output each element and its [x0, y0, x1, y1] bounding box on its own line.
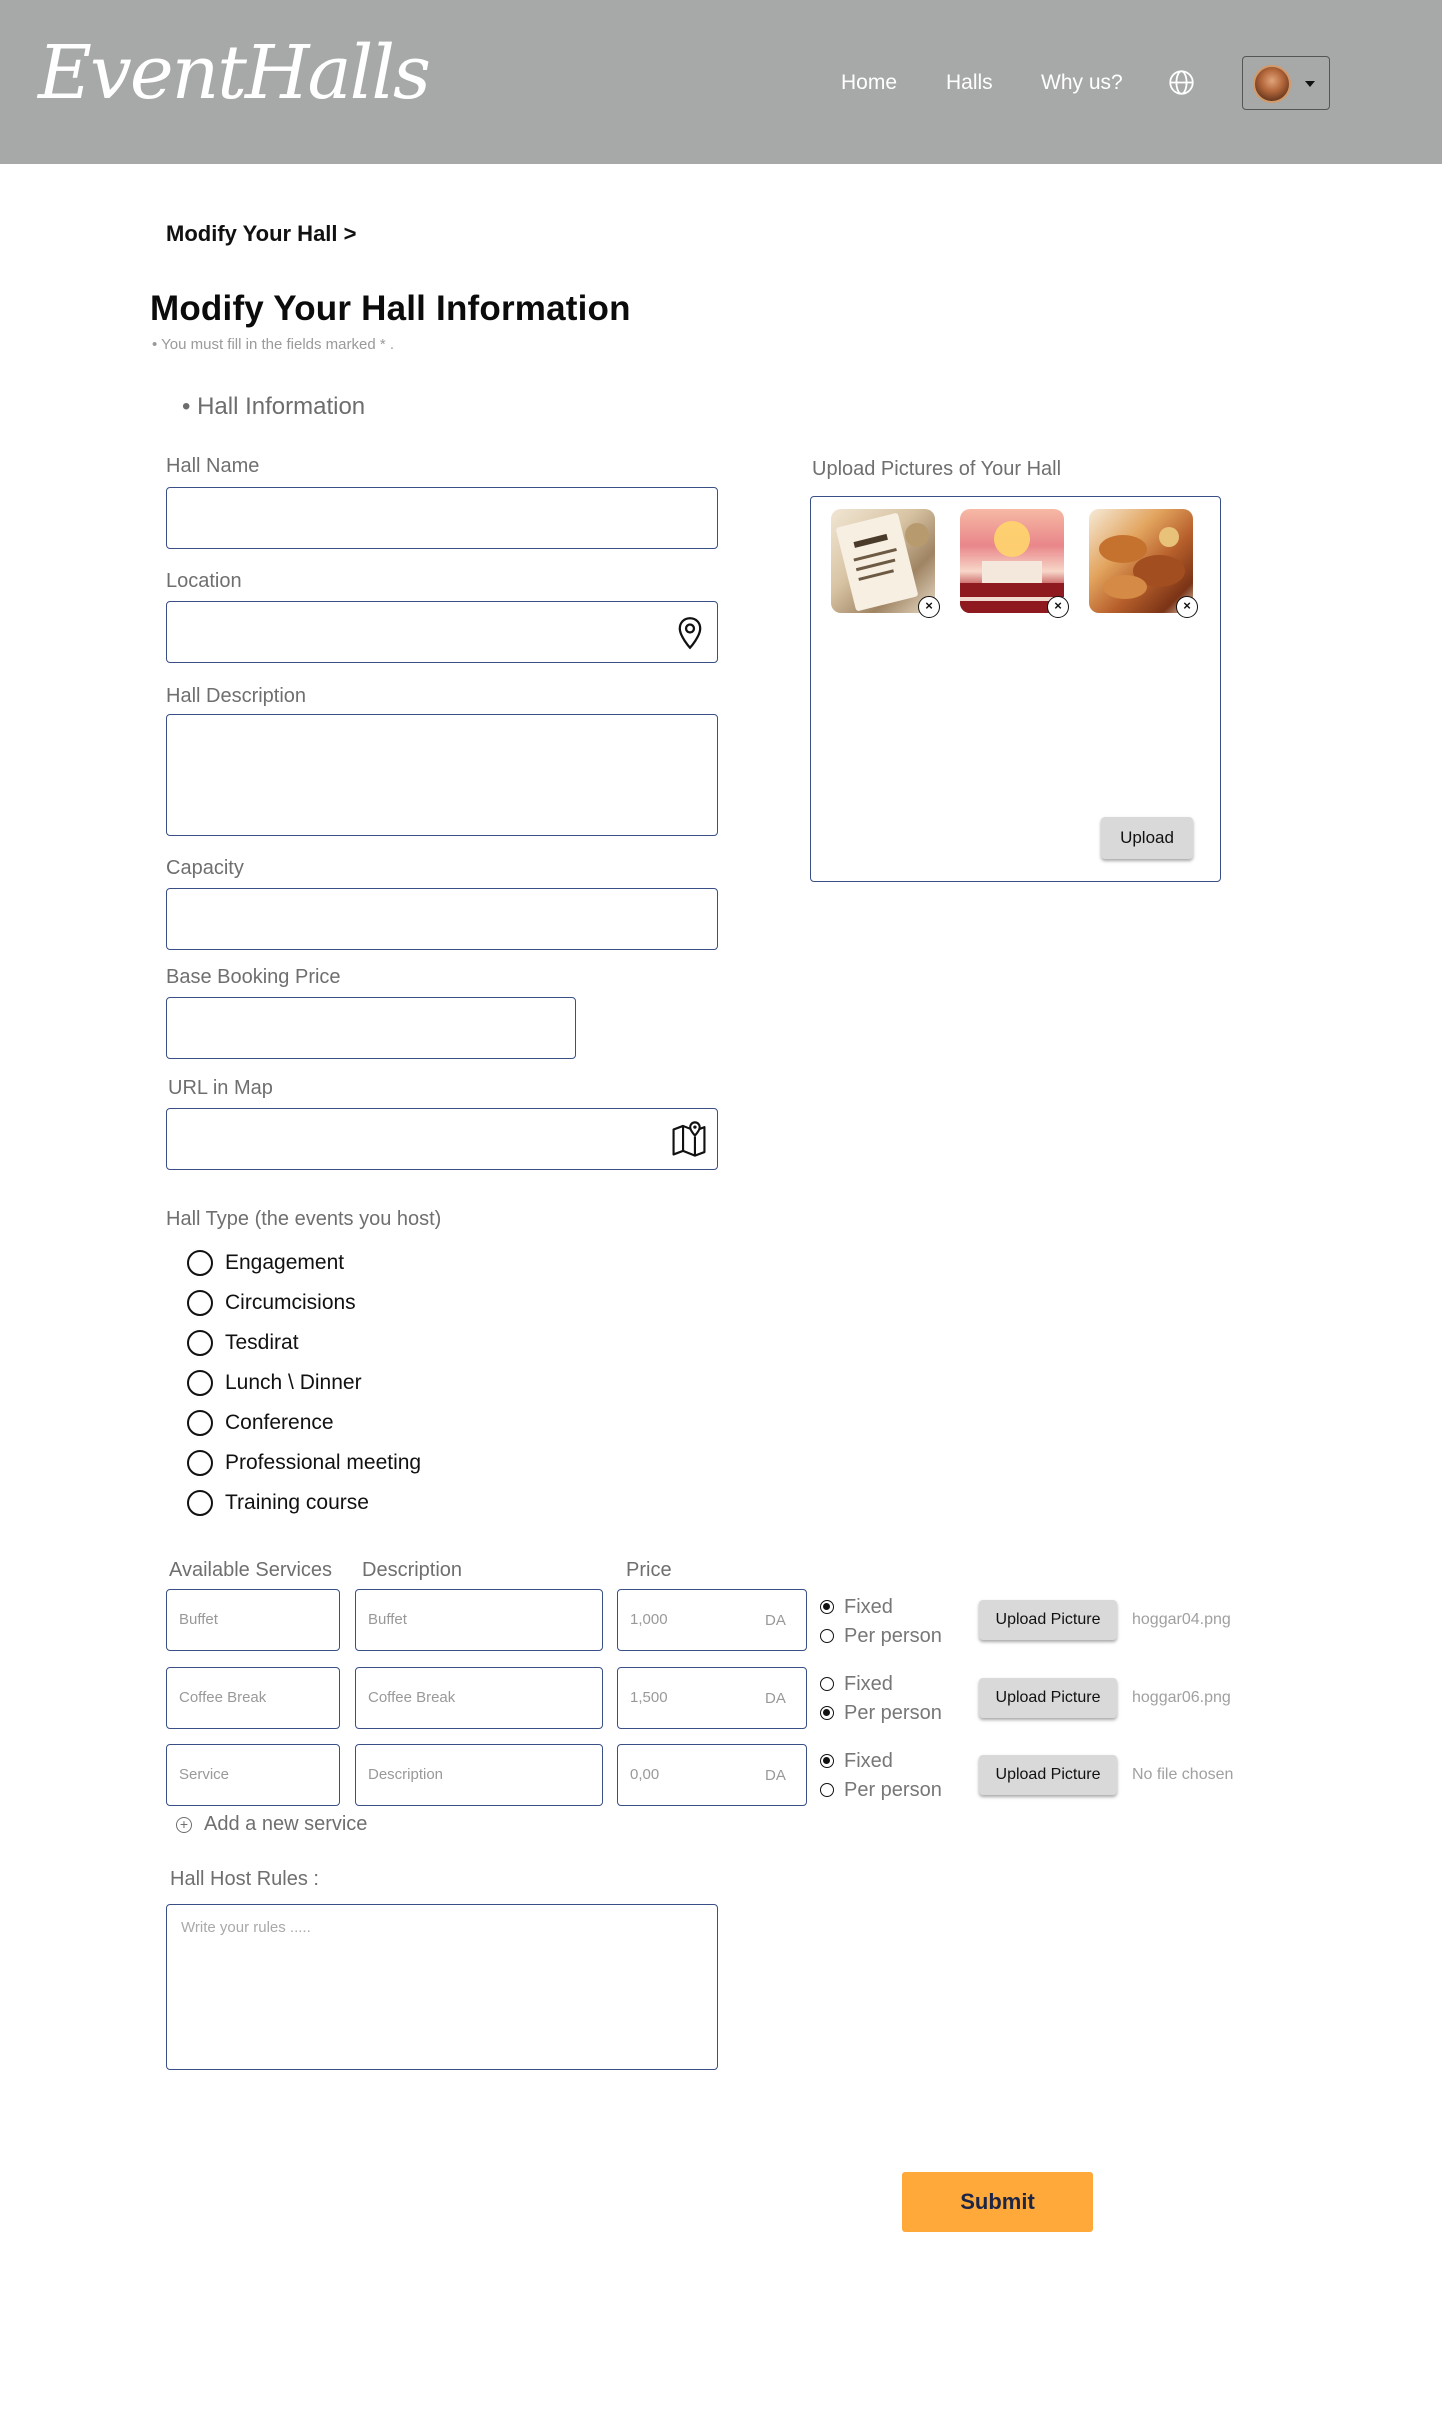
services-header: Available Services	[169, 1559, 333, 1581]
remove-picture-1-icon[interactable]: ×	[918, 596, 940, 618]
rules-label: Hall Host Rules :	[170, 1868, 319, 1890]
page-title: Modify Your Hall Information	[150, 289, 631, 328]
hall-name-input[interactable]	[166, 487, 718, 549]
hall-type-circumcisions[interactable]: Circumcisions	[187, 1288, 356, 1318]
currency-label: DA	[765, 1612, 786, 1629]
file-name: hoggar04.png	[1132, 1611, 1231, 1628]
submit-button[interactable]: Submit	[902, 2172, 1093, 2232]
service-description-input[interactable]: Buffet	[355, 1589, 603, 1651]
url-map-input[interactable]	[166, 1108, 718, 1170]
required-hint: • You must fill in the fields marked * .	[152, 336, 395, 353]
description-textarea[interactable]	[166, 714, 718, 836]
radio-selected-icon	[820, 1600, 834, 1614]
upload-pictures-label: Upload Pictures of Your Hall	[812, 458, 1062, 480]
radio-icon	[187, 1450, 213, 1476]
breadcrumb[interactable]: Modify Your Hall >	[166, 221, 357, 247]
description-header: Description	[362, 1559, 463, 1581]
pricing-per-person-option[interactable]: Per person	[820, 1700, 942, 1726]
hall-type-conference[interactable]: Conference	[187, 1408, 334, 1438]
globe-icon[interactable]	[1168, 69, 1195, 96]
service-name-input[interactable]: Buffet	[166, 1589, 340, 1651]
section-title: • Hall Information	[182, 393, 366, 420]
profile-menu-button[interactable]	[1242, 56, 1330, 110]
file-name: hoggar06.png	[1132, 1689, 1231, 1706]
radio-icon	[187, 1410, 213, 1436]
url-map-label: URL in Map	[168, 1077, 273, 1099]
radio-icon	[187, 1290, 213, 1316]
pricing-fixed-option[interactable]: Fixed	[820, 1594, 893, 1620]
upload-button[interactable]: Upload	[1101, 817, 1193, 859]
top-navbar: EventHalls Home Halls Why us?	[0, 0, 1442, 164]
pricing-per-person-option[interactable]: Per person	[820, 1623, 942, 1649]
map-icon[interactable]	[670, 1120, 708, 1158]
avatar	[1253, 65, 1291, 103]
hall-type-training-course[interactable]: Training course	[187, 1488, 369, 1518]
base-price-label: Base Booking Price	[166, 966, 341, 988]
radio-icon	[187, 1490, 213, 1516]
nav-home[interactable]: Home	[841, 68, 897, 98]
pricing-fixed-option[interactable]: Fixed	[820, 1671, 893, 1697]
plus-circle-icon: +	[176, 1816, 192, 1833]
nav-why-us[interactable]: Why us?	[1041, 68, 1123, 98]
currency-label: DA	[765, 1690, 786, 1707]
service-description-input[interactable]: Description	[355, 1744, 603, 1806]
upload-pictures-box: × × × Upload	[810, 496, 1221, 882]
radio-icon	[820, 1783, 834, 1797]
radio-icon	[187, 1370, 213, 1396]
rules-textarea[interactable]	[166, 1904, 718, 2070]
service-name-input[interactable]: Coffee Break	[166, 1667, 340, 1729]
location-pin-icon[interactable]	[676, 616, 704, 650]
hall-picture-2	[960, 509, 1064, 613]
hall-type-label: Hall Type (the events you host)	[166, 1208, 442, 1230]
service-description-input[interactable]: Coffee Break	[355, 1667, 603, 1729]
radio-selected-icon	[820, 1706, 834, 1720]
pricing-per-person-option[interactable]: Per person	[820, 1777, 942, 1803]
radio-icon	[820, 1629, 834, 1643]
radio-icon	[187, 1330, 213, 1356]
hall-type-professional-meeting[interactable]: Professional meeting	[187, 1448, 421, 1478]
chevron-down-icon	[1305, 81, 1315, 87]
radio-selected-icon	[820, 1754, 834, 1768]
location-input[interactable]	[166, 601, 718, 663]
location-label: Location	[166, 570, 242, 592]
capacity-input[interactable]	[166, 888, 718, 950]
hall-type-engagement[interactable]: Engagement	[187, 1248, 344, 1278]
upload-picture-button[interactable]: Upload Picture	[979, 1600, 1117, 1640]
remove-picture-3-icon[interactable]: ×	[1176, 596, 1198, 618]
hall-picture-1	[831, 509, 935, 613]
logo[interactable]: EventHalls	[38, 26, 431, 120]
hall-type-tesdirat[interactable]: Tesdirat	[187, 1328, 299, 1358]
upload-picture-button[interactable]: Upload Picture	[979, 1678, 1117, 1718]
base-price-input[interactable]	[166, 997, 576, 1059]
service-name-input[interactable]: Service	[166, 1744, 340, 1806]
radio-icon	[187, 1250, 213, 1276]
description-label: Hall Description	[166, 685, 307, 707]
hall-type-lunch-dinner[interactable]: Lunch \ Dinner	[187, 1368, 362, 1398]
currency-label: DA	[765, 1767, 786, 1784]
price-header: Price	[626, 1559, 672, 1581]
radio-icon	[820, 1677, 834, 1691]
nav-halls[interactable]: Halls	[946, 68, 993, 98]
pricing-fixed-option[interactable]: Fixed	[820, 1748, 893, 1774]
remove-picture-2-icon[interactable]: ×	[1047, 596, 1069, 618]
hall-name-label: Hall Name	[166, 455, 260, 477]
file-name: No file chosen	[1132, 1766, 1234, 1783]
upload-picture-button[interactable]: Upload Picture	[979, 1755, 1117, 1795]
capacity-label: Capacity	[166, 857, 244, 879]
hall-picture-3	[1089, 509, 1193, 613]
add-service-link[interactable]: + Add a new service	[176, 1813, 367, 1836]
